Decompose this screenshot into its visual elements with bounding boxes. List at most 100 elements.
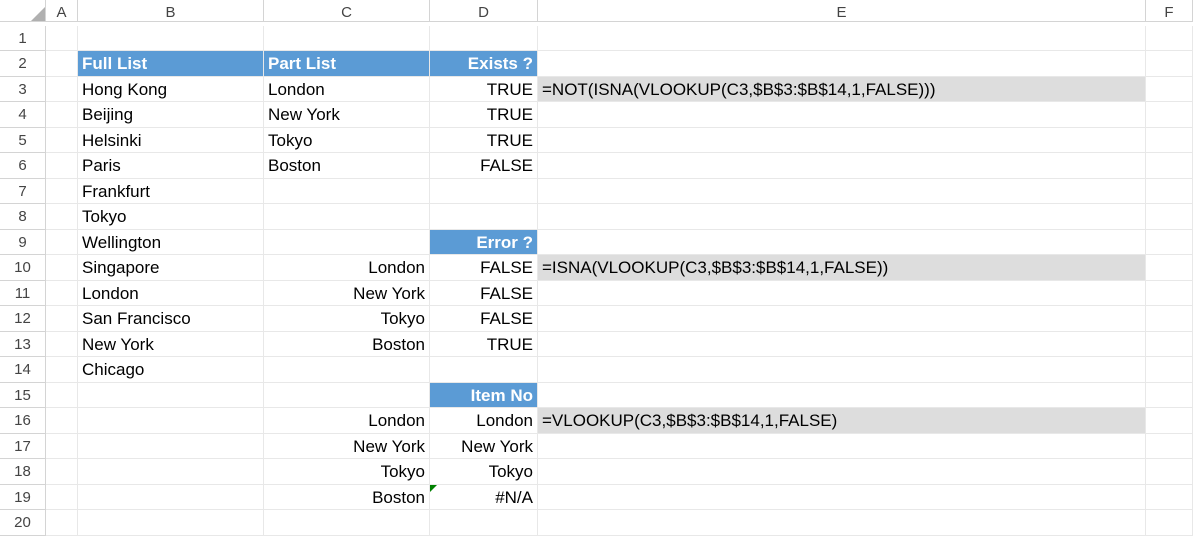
cell-F7[interactable] [1146,179,1193,205]
cell-B2[interactable]: Full List [78,51,264,77]
cell-D19[interactable]: #N/A [430,485,538,511]
cell-D10[interactable]: FALSE [430,255,538,281]
row-header-7[interactable]: 7 [0,179,46,205]
row-header-10[interactable]: 10 [0,255,46,281]
cell-C5[interactable]: Tokyo [264,128,430,154]
cell-B8[interactable]: Tokyo [78,204,264,230]
col-header-E[interactable]: E [538,0,1146,22]
cell-B7[interactable]: Frankfurt [78,179,264,205]
cell-D20[interactable] [430,510,538,536]
cell-B1[interactable] [78,26,264,52]
cell-E8[interactable] [538,204,1146,230]
row-header-8[interactable]: 8 [0,204,46,230]
cell-B15[interactable] [78,383,264,409]
row-header-11[interactable]: 11 [0,281,46,307]
cell-C9[interactable] [264,230,430,256]
cell-A19[interactable] [46,485,78,511]
col-header-F[interactable]: F [1146,0,1193,22]
cell-E2[interactable] [538,51,1146,77]
cell-F9[interactable] [1146,230,1193,256]
cell-A2[interactable] [46,51,78,77]
cell-E12[interactable] [538,306,1146,332]
cell-E5[interactable] [538,128,1146,154]
cell-B6[interactable]: Paris [78,153,264,179]
cell-F17[interactable] [1146,434,1193,460]
row-header-17[interactable]: 17 [0,434,46,460]
cell-A8[interactable] [46,204,78,230]
cell-E9[interactable] [538,230,1146,256]
row-header-18[interactable]: 18 [0,459,46,485]
spreadsheet-grid[interactable]: A B C D E F 1 2 Full List Part List Exis… [0,0,1193,536]
cell-C18[interactable]: Tokyo [264,459,430,485]
col-header-A[interactable]: A [46,0,78,22]
cell-C3[interactable]: London [264,77,430,103]
cell-E17[interactable] [538,434,1146,460]
cell-C19[interactable]: Boston [264,485,430,511]
row-header-5[interactable]: 5 [0,128,46,154]
cell-C4[interactable]: New York [264,102,430,128]
cell-F4[interactable] [1146,102,1193,128]
row-header-4[interactable]: 4 [0,102,46,128]
row-header-19[interactable]: 19 [0,485,46,511]
cell-B13[interactable]: New York [78,332,264,358]
cell-B17[interactable] [78,434,264,460]
cell-B11[interactable]: London [78,281,264,307]
cell-B12[interactable]: San Francisco [78,306,264,332]
cell-E16[interactable]: =VLOOKUP(C3,$B$3:$B$14,1,FALSE) [538,408,1146,434]
cell-A6[interactable] [46,153,78,179]
row-header-12[interactable]: 12 [0,306,46,332]
row-header-14[interactable]: 14 [0,357,46,383]
cell-F19[interactable] [1146,485,1193,511]
row-header-1[interactable]: 1 [0,26,46,52]
cell-D17[interactable]: New York [430,434,538,460]
cell-A11[interactable] [46,281,78,307]
cell-E3[interactable]: =NOT(ISNA(VLOOKUP(C3,$B$3:$B$14,1,FALSE)… [538,77,1146,103]
cell-D3[interactable]: TRUE [430,77,538,103]
select-all-corner[interactable] [0,0,46,22]
cell-D16[interactable]: London [430,408,538,434]
cell-D4[interactable]: TRUE [430,102,538,128]
cell-D14[interactable] [430,357,538,383]
cell-C15[interactable] [264,383,430,409]
cell-E10[interactable]: =ISNA(VLOOKUP(C3,$B$3:$B$14,1,FALSE)) [538,255,1146,281]
cell-A5[interactable] [46,128,78,154]
cell-B10[interactable]: Singapore [78,255,264,281]
cell-F5[interactable] [1146,128,1193,154]
cell-E14[interactable] [538,357,1146,383]
cell-C17[interactable]: New York [264,434,430,460]
cell-A18[interactable] [46,459,78,485]
cell-B9[interactable]: Wellington [78,230,264,256]
cell-A13[interactable] [46,332,78,358]
cell-D2[interactable]: Exists ? [430,51,538,77]
cell-F11[interactable] [1146,281,1193,307]
row-header-13[interactable]: 13 [0,332,46,358]
cell-E11[interactable] [538,281,1146,307]
row-header-20[interactable]: 20 [0,510,46,536]
cell-A10[interactable] [46,255,78,281]
cell-A15[interactable] [46,383,78,409]
cell-A3[interactable] [46,77,78,103]
cell-C8[interactable] [264,204,430,230]
cell-C13[interactable]: Boston [264,332,430,358]
row-header-2[interactable]: 2 [0,51,46,77]
col-header-C[interactable]: C [264,0,430,22]
cell-C16[interactable]: London [264,408,430,434]
cell-E6[interactable] [538,153,1146,179]
cell-D5[interactable]: TRUE [430,128,538,154]
cell-A9[interactable] [46,230,78,256]
row-header-3[interactable]: 3 [0,77,46,103]
cell-A7[interactable] [46,179,78,205]
cell-F10[interactable] [1146,255,1193,281]
cell-B14[interactable]: Chicago [78,357,264,383]
row-header-15[interactable]: 15 [0,383,46,409]
cell-E15[interactable] [538,383,1146,409]
cell-F6[interactable] [1146,153,1193,179]
cell-E18[interactable] [538,459,1146,485]
cell-F16[interactable] [1146,408,1193,434]
cell-F13[interactable] [1146,332,1193,358]
col-header-B[interactable]: B [78,0,264,22]
cell-B19[interactable] [78,485,264,511]
cell-C11[interactable]: New York [264,281,430,307]
cell-F2[interactable] [1146,51,1193,77]
cell-D6[interactable]: FALSE [430,153,538,179]
